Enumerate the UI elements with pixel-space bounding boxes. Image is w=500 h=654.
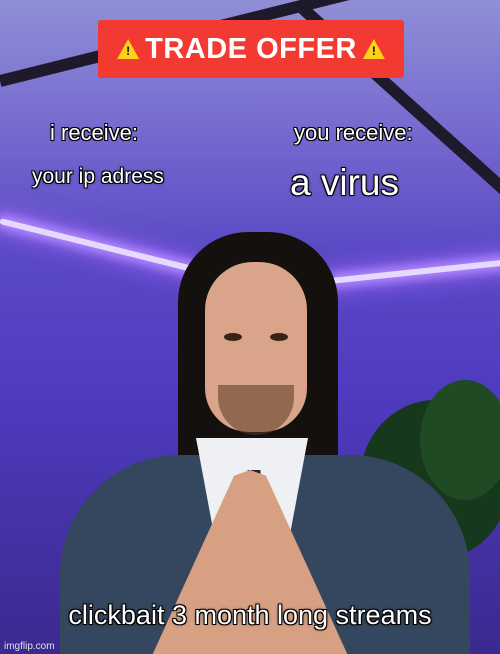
plant xyxy=(420,380,500,500)
i-receive-label: i receive: xyxy=(50,120,139,145)
banner-title: TRADE OFFER xyxy=(145,32,357,65)
i-receive-item: your ip adress xyxy=(32,165,164,188)
meme-image: TRADE OFFER i receive: you receive: your… xyxy=(0,0,500,654)
warning-icon xyxy=(117,39,140,59)
left-eye xyxy=(224,333,242,341)
you-receive-item: a virus xyxy=(290,162,399,203)
led-strip xyxy=(329,259,500,284)
trade-offer-banner: TRADE OFFER xyxy=(98,20,404,78)
right-eye xyxy=(270,333,288,341)
bottom-caption: clickbait 3 month long streams xyxy=(68,600,432,630)
you-receive-label: you receive: xyxy=(294,120,413,145)
warning-icon xyxy=(362,39,385,59)
watermark: imgflip.com xyxy=(4,641,55,652)
